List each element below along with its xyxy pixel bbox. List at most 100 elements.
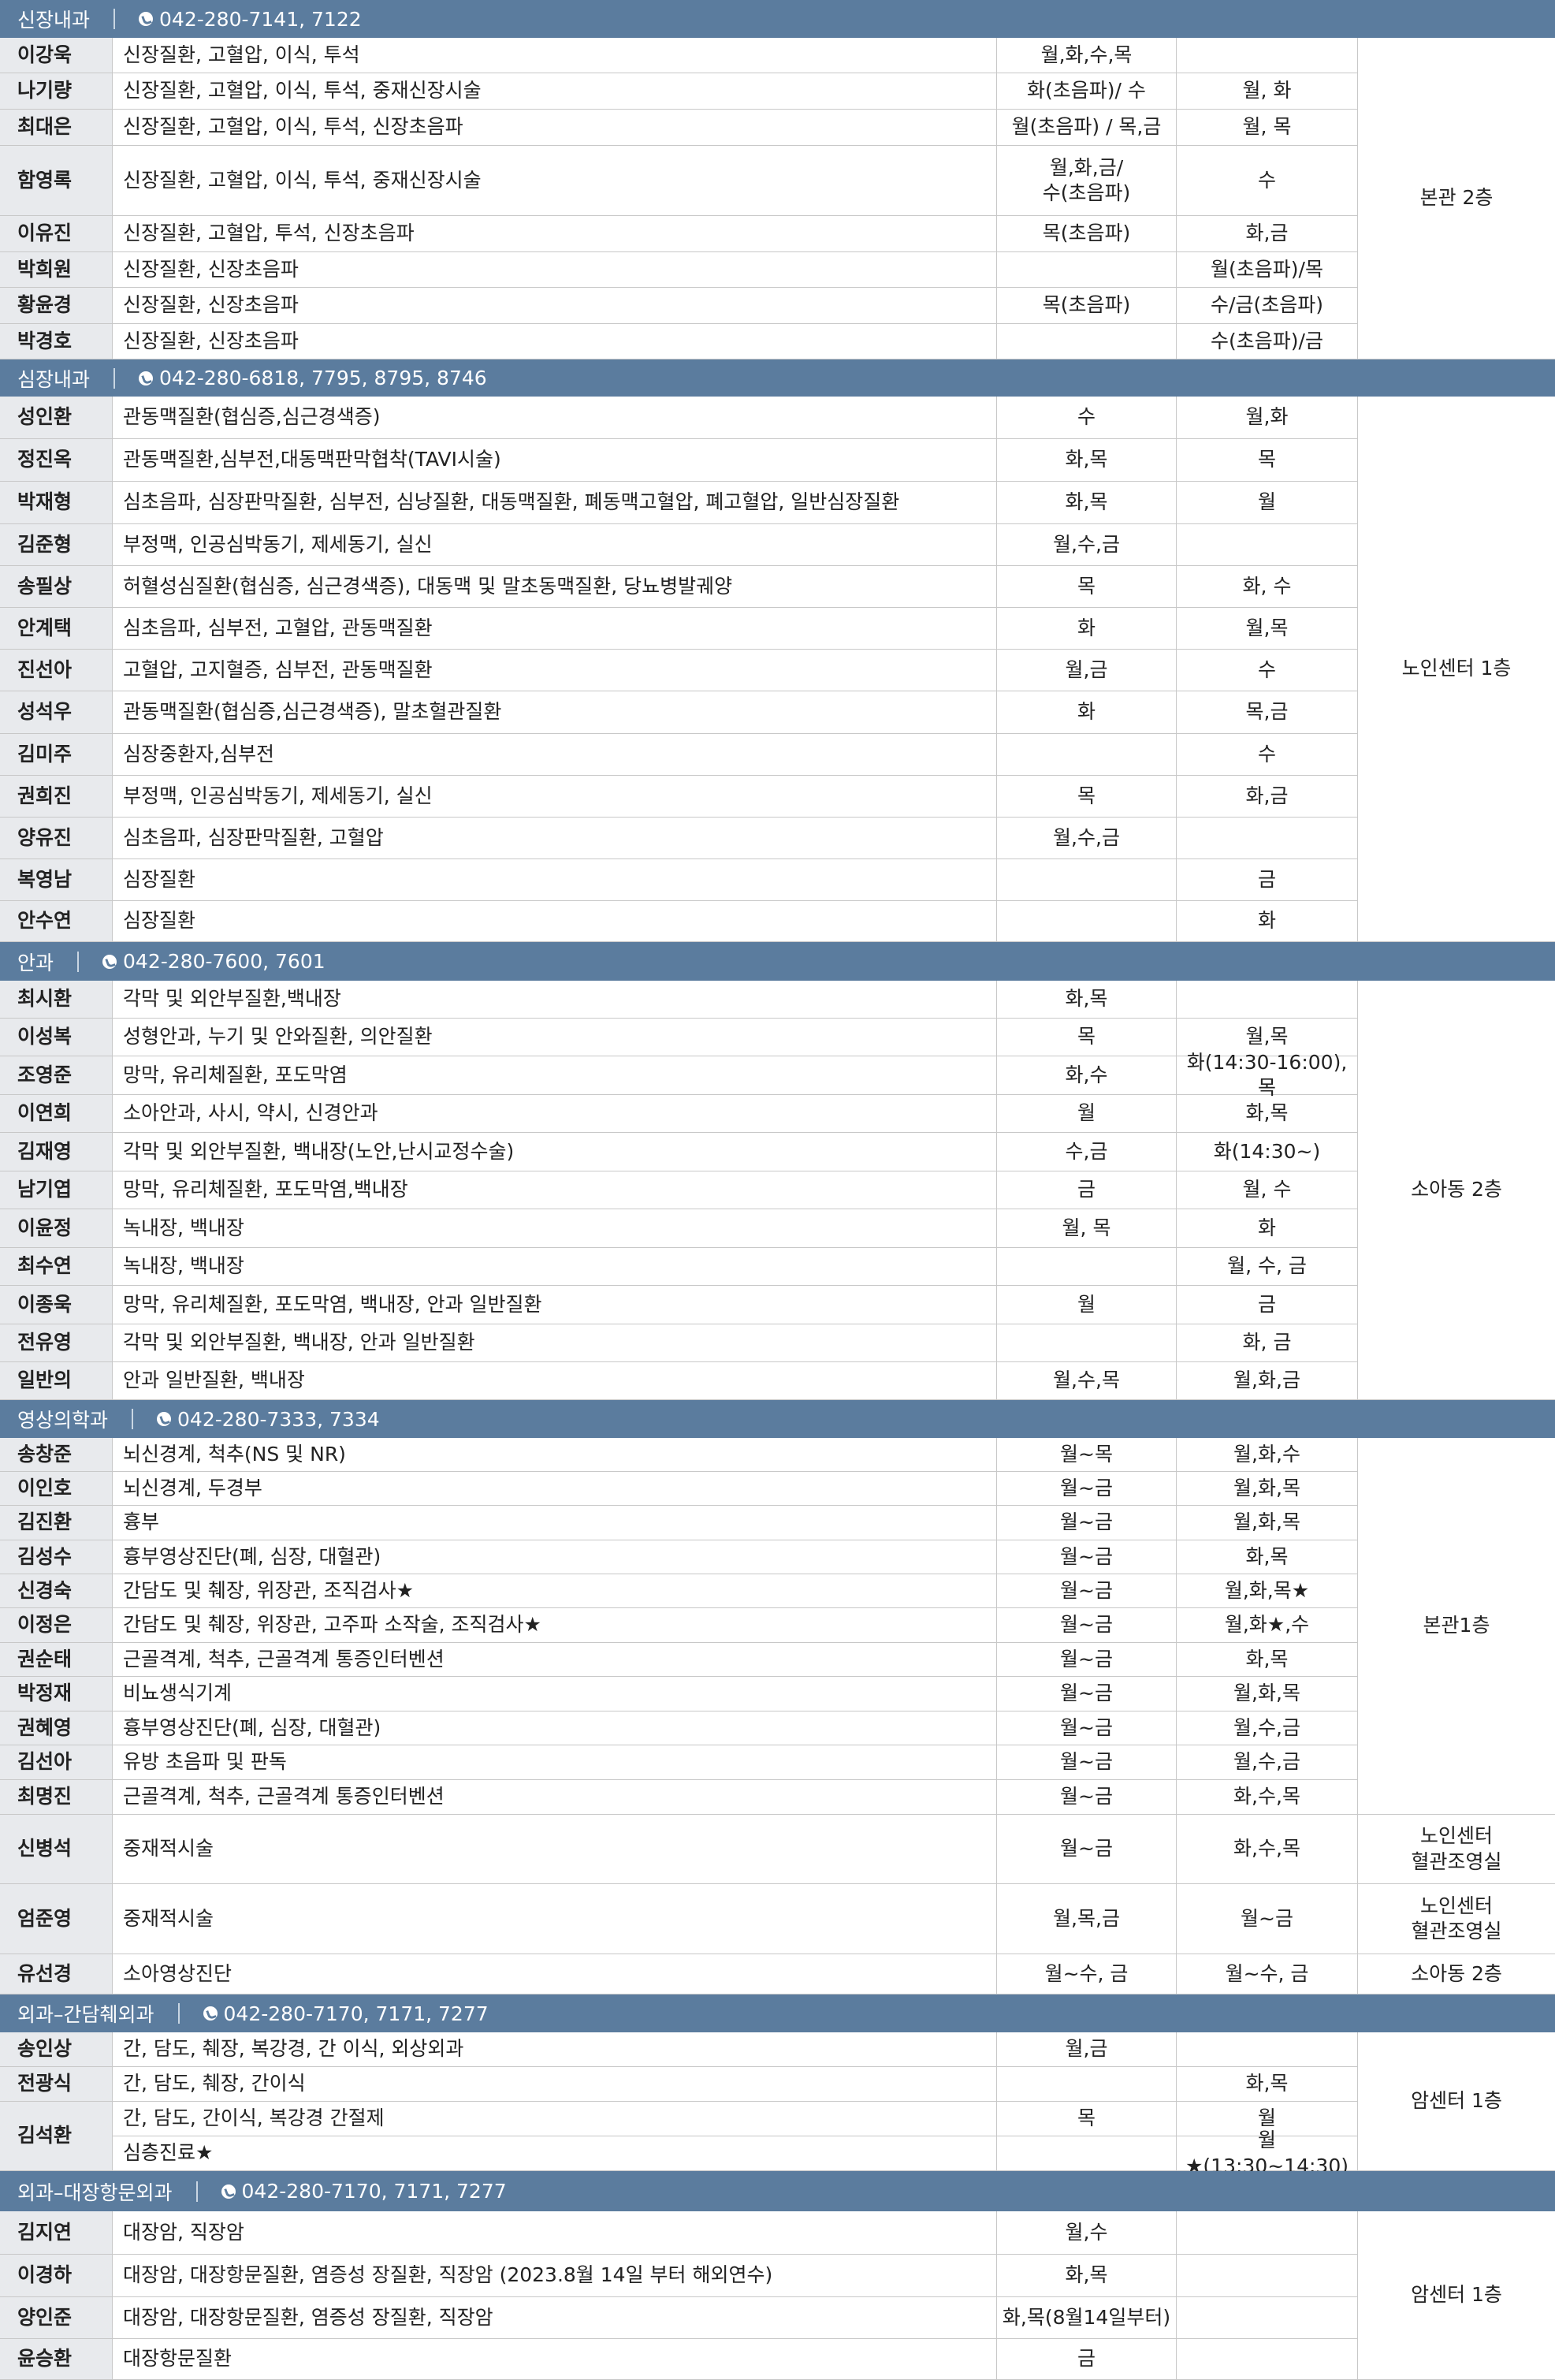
clinic-location: 본관 2층 [1358, 38, 1555, 359]
header-divider [177, 2003, 180, 2024]
morning-schedule: 월~금 [997, 1780, 1177, 1815]
header-divider [113, 9, 116, 29]
doctor-name: 박재형 [0, 482, 113, 524]
afternoon-schedule: 화,목 [1177, 1540, 1358, 1574]
doctor-name: 이종욱 [0, 1286, 113, 1324]
doctor-name: 김미주 [0, 734, 113, 776]
morning-schedule: 화(초음파)/ 수 [997, 73, 1177, 110]
table-row: 권순태 근골격계, 척추, 근골격계 통증인터벤션 월~금 화,목 [0, 1643, 1555, 1677]
doctor-name: 권희진 [0, 776, 113, 818]
afternoon-schedule: 월,화 [1177, 397, 1358, 439]
doctor-name: 전광식 [0, 2067, 113, 2102]
section-phone: 042-280-7170, 7171, 7277 [241, 2180, 507, 2203]
morning-schedule: 월 [997, 1286, 1177, 1324]
section-phone: 042-280-7170, 7171, 7277 [223, 2002, 489, 2025]
phone-icon [157, 1412, 172, 1426]
specialty: 신장질환, 신장초음파 [113, 288, 997, 324]
doctor-name: 조영준 [0, 1056, 113, 1095]
section-header: 안과 042-280-7600, 7601 [0, 942, 1555, 981]
morning-schedule: 월~금 [997, 1540, 1177, 1574]
specialty: 성형안과, 누기 및 안와질환, 의안질환 [113, 1019, 997, 1056]
table-row: 이인호 뇌신경계, 두경부 월~금 월,화,목 [0, 1472, 1555, 1506]
section-header: 영상의학과 042-280-7333, 7334 [0, 1400, 1555, 1438]
afternoon-schedule: 월,화,목★ [1177, 1574, 1358, 1608]
doctor-name: 김준형 [0, 524, 113, 566]
table-row: 남기엽 망막, 유리체질환, 포도막염,백내장 금 월, 수 [0, 1171, 1555, 1209]
afternoon-schedule: 화,목 [1177, 1095, 1358, 1133]
table-row: 이유진 신장질환, 고혈압, 투석, 신장초음파 목(초음파) 화,금 [0, 216, 1555, 252]
doctor-name: 박경호 [0, 324, 113, 359]
morning-schedule: 월,수,금 [997, 524, 1177, 566]
afternoon-schedule: 월~수, 금 [1177, 1954, 1358, 1995]
doctor-name: 전유영 [0, 1324, 113, 1362]
specialty: 근골격계, 척추, 근골격계 통증인터벤션 [113, 1643, 997, 1677]
table-row: 박재형 심초음파, 심장판막질환, 심부전, 심낭질환, 대동맥질환, 폐동맥고혈… [0, 482, 1555, 524]
specialty: 심층진료★ [113, 2136, 997, 2171]
table-row: 양인준 대장암, 대장항문질환, 염증성 장질환, 직장암 화,목(8월14일부터) [0, 2297, 1555, 2339]
specialty: 허혈성심질환(협심증, 심근경색증), 대동맥 및 말초동맥질환, 당뇨병발궤양 [113, 566, 997, 608]
specialty: 각막 및 외안부질환, 백내장, 안과 일반질환 [113, 1324, 997, 1362]
specialty: 흉부영상진단(폐, 심장, 대혈관) [113, 1711, 997, 1745]
specialty: 녹내장, 백내장 [113, 1209, 997, 1248]
afternoon-schedule: 월,수,금 [1177, 1711, 1358, 1745]
morning-schedule: 월,목,금 [997, 1884, 1177, 1954]
table-row: 김재영 각막 및 외안부질환, 백내장(노안,난시교정수술) 수,금 화(14:30~… [0, 1133, 1555, 1171]
table-row: 박정재 비뇨생식기계 월~금 월,화,목 [0, 1677, 1555, 1711]
doctor-name: 김재영 [0, 1133, 113, 1171]
doctor-name: 양유진 [0, 818, 113, 859]
table-row: 최명진 근골격계, 척추, 근골격계 통증인터벤션 월~금 화,수,목 [0, 1780, 1555, 1815]
specialty: 신장질환, 신장초음파 [113, 252, 997, 288]
morning-schedule: 목 [997, 2102, 1177, 2136]
table-row: 엄준영 중재적시술 월,목,금 월~금 노인센터 혈관조영실 [0, 1884, 1555, 1954]
specialty: 각막 및 외안부질환,백내장 [113, 981, 997, 1019]
morning-schedule: 화,목(8월14일부터) [997, 2297, 1177, 2339]
afternoon-schedule: 수 [1177, 650, 1358, 691]
specialty: 심장질환 [113, 901, 997, 942]
afternoon-schedule [1177, 2339, 1358, 2380]
clinic-location: 암센터 1층 [1358, 2211, 1555, 2380]
morning-schedule: 금 [997, 1171, 1177, 1209]
section-title: 안과 [17, 951, 54, 974]
morning-schedule: 월~목 [997, 1438, 1177, 1472]
table-row: 성인환 관동맥질환(협심증,심근경색증) 수 월,화 [0, 397, 1555, 439]
clinic-location: 본관1층 [1358, 1438, 1555, 1815]
afternoon-schedule: 월,화,목 [1177, 1506, 1358, 1540]
section-header: 심장내과 042-280-6818, 7795, 8795, 8746 [0, 359, 1555, 397]
specialty: 간, 담도, 췌장, 복강경, 간 이식, 외상외과 [113, 2032, 997, 2067]
doctor-name: 신경숙 [0, 1574, 113, 1608]
table-row: 일반의 안과 일반질환, 백내장 월,수,목 월,화,금 [0, 1362, 1555, 1400]
table-row: 정진옥 관동맥질환,심부전,대동맥판막협착(TAVI시술) 화,목 목 [0, 439, 1555, 482]
doctor-name: 안수연 [0, 901, 113, 942]
doctor-name: 남기엽 [0, 1171, 113, 1209]
table-row: 권혜영 흉부영상진단(폐, 심장, 대혈관) 월~금 월,수,금 [0, 1711, 1555, 1745]
morning-schedule: 화 [997, 691, 1177, 734]
specialty: 흉부영상진단(폐, 심장, 대혈관) [113, 1540, 997, 1574]
specialty: 녹내장, 백내장 [113, 1248, 997, 1286]
morning-schedule [997, 324, 1177, 359]
doctor-name: 이인호 [0, 1472, 113, 1506]
doctor-name: 권혜영 [0, 1711, 113, 1745]
afternoon-schedule [1177, 2211, 1358, 2255]
morning-schedule: 목 [997, 1019, 1177, 1056]
afternoon-schedule [1177, 2255, 1358, 2297]
specialty: 유방 초음파 및 판독 [113, 1745, 997, 1780]
morning-schedule: 월,화,수,목 [997, 38, 1177, 73]
morning-schedule: 월,수,금 [997, 818, 1177, 859]
morning-schedule: 월~금 [997, 1506, 1177, 1540]
doctor-name: 신병석 [0, 1815, 113, 1884]
afternoon-schedule: 수(초음파)/금 [1177, 324, 1358, 359]
morning-schedule [997, 1324, 1177, 1362]
table-row: 송필상 허혈성심질환(협심증, 심근경색증), 대동맥 및 말초동맥질환, 당뇨병… [0, 566, 1555, 608]
specialty: 간, 담도, 췌장, 간이식 [113, 2067, 997, 2102]
table-row: 이경하 대장암, 대장항문질환, 염증성 장질환, 직장암 (2023.8월 14… [0, 2255, 1555, 2297]
doctor-name: 성석우 [0, 691, 113, 734]
specialty: 망막, 유리체질환, 포도막염, 백내장, 안과 일반질환 [113, 1286, 997, 1324]
morning-schedule: 화,수 [997, 1056, 1177, 1095]
afternoon-schedule: 금 [1177, 1286, 1358, 1324]
morning-schedule: 월,수,목 [997, 1362, 1177, 1400]
table-row: 김미주 심장중환자,심부전 수 [0, 734, 1555, 776]
specialty: 신장질환, 고혈압, 이식, 투석, 중재신장시술 [113, 73, 997, 110]
table-row: 이정은 간담도 및 췌장, 위장관, 고주파 소작술, 조직검사★ 월~금 월,화★,… [0, 1608, 1555, 1643]
specialty: 심초음파, 심장판막질환, 고혈압 [113, 818, 997, 859]
afternoon-schedule: 월,목 [1177, 608, 1358, 650]
